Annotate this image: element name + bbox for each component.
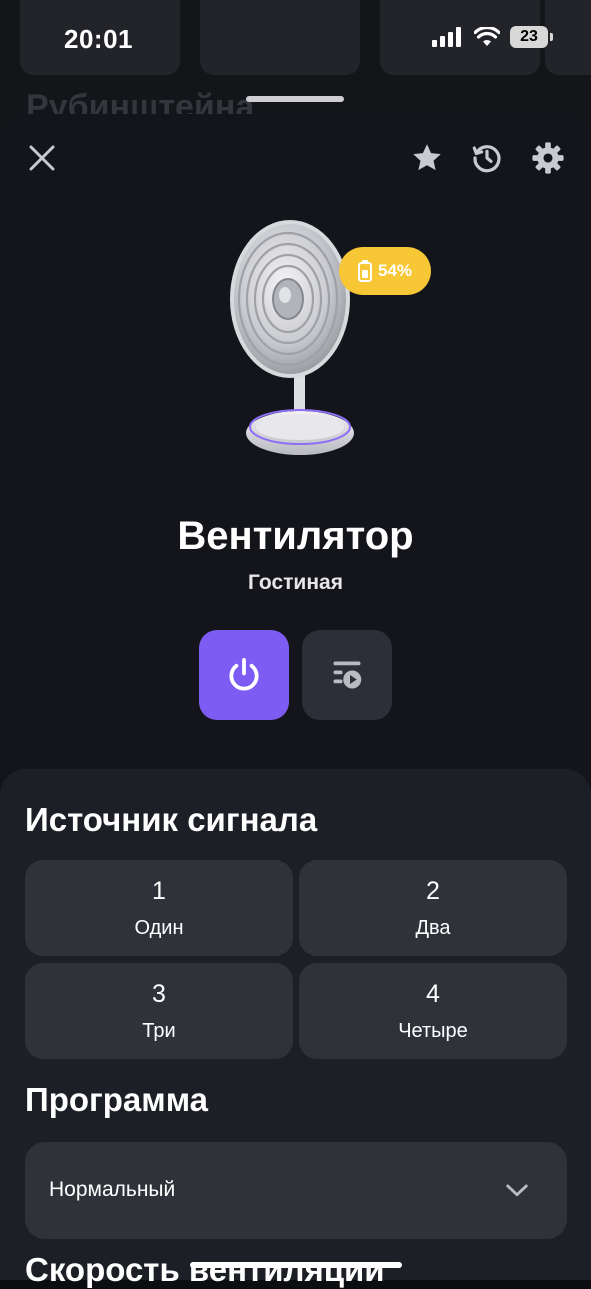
signal-option-label: Два	[415, 917, 451, 939]
gear-icon	[532, 142, 564, 174]
program-title: Программа	[25, 1081, 209, 1118]
program-select[interactable]: Нормальный	[25, 1142, 567, 1239]
signal-option-number: 3	[152, 980, 166, 1008]
signal-option-number: 1	[152, 877, 166, 905]
favorite-button[interactable]	[407, 138, 447, 178]
scenarios-button[interactable]	[302, 630, 392, 720]
home-indicator[interactable]	[190, 1262, 402, 1268]
device-battery-value: 54%	[377, 261, 413, 280]
signal-option-number: 4	[426, 980, 440, 1008]
settings-button[interactable]	[528, 138, 568, 178]
sheet-grabber[interactable]	[246, 96, 344, 102]
device-battery-badge: 54%	[339, 247, 431, 295]
scenarios-icon	[333, 661, 362, 689]
power-icon	[229, 658, 259, 691]
battery-level: 23	[510, 26, 548, 48]
fan-speed-title: Скорость вентиляции	[25, 1251, 385, 1288]
history-button[interactable]	[467, 138, 507, 178]
history-icon	[472, 145, 501, 173]
signal-icon	[432, 27, 461, 47]
signal-option-4[interactable]: 4 Четыре	[299, 963, 567, 1059]
device-room: Гостиная	[248, 571, 343, 594]
signal-option-label: Четыре	[398, 1020, 468, 1042]
close-button[interactable]	[22, 138, 62, 178]
signal-option-2[interactable]: 2 Два	[299, 860, 567, 956]
status-time: 20:01	[64, 24, 133, 54]
close-icon	[29, 145, 55, 171]
wifi-icon	[474, 27, 500, 46]
signal-option-number: 2	[426, 877, 440, 905]
device-name: Вентилятор	[177, 514, 414, 558]
star-icon	[413, 144, 441, 171]
signal-option-3[interactable]: 3 Три	[25, 963, 293, 1059]
controls-panel: Источник сигнала 1 Один 2 Два 3 Три 4 Че…	[0, 769, 591, 1288]
status-bar: 20:01 23	[0, 0, 591, 80]
power-button[interactable]	[199, 630, 289, 720]
signal-source-title: Источник сигнала	[25, 801, 318, 838]
chevron-down-icon	[506, 1184, 528, 1197]
battery-indicator: 23	[510, 26, 553, 48]
battery-icon	[357, 260, 372, 282]
signal-option-label: Три	[142, 1020, 176, 1042]
signal-option-label: Один	[134, 917, 184, 939]
program-selected-value: Нормальный	[49, 1178, 176, 1201]
signal-option-1[interactable]: 1 Один	[25, 860, 293, 956]
